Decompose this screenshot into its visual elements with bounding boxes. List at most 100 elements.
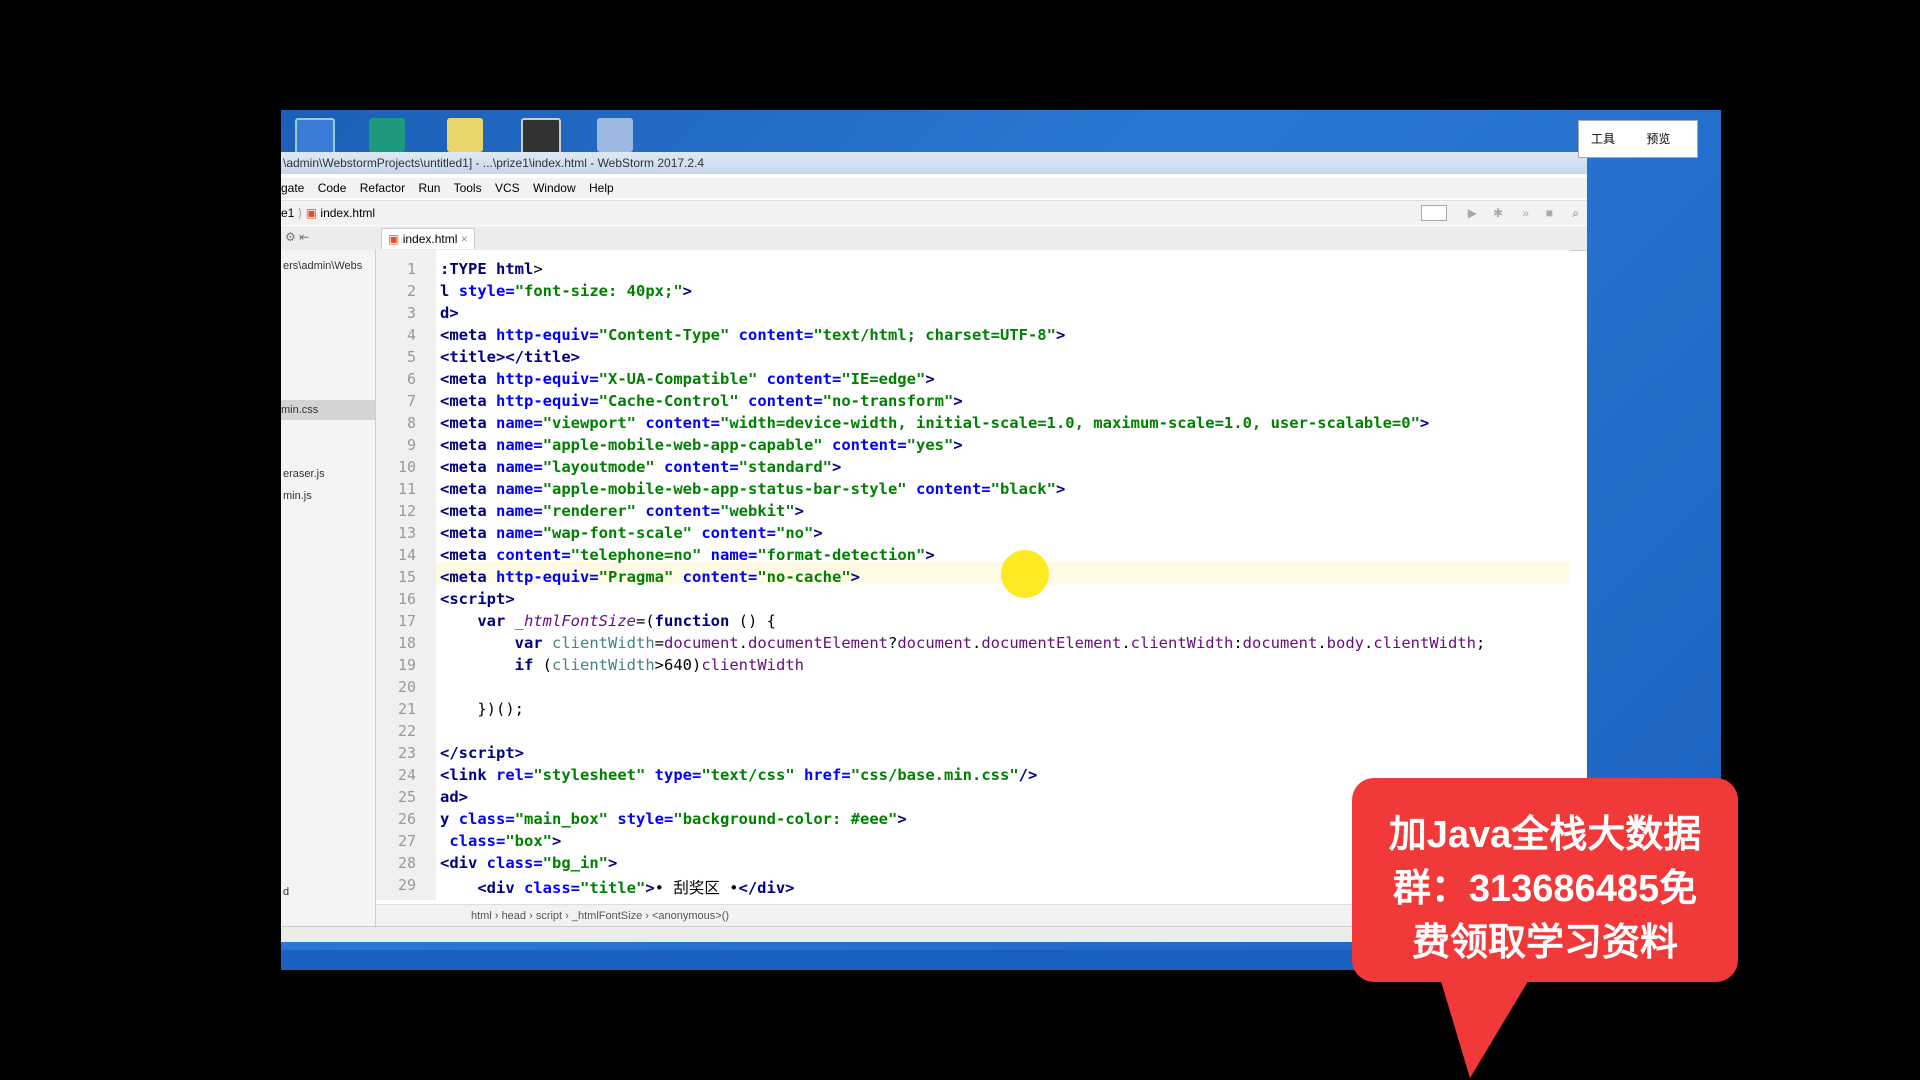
close-icon[interactable]: × <box>461 232 468 246</box>
debug-icon[interactable]: ✱ <box>1493 201 1503 225</box>
line-number: 29 <box>397 876 416 894</box>
tree-item[interactable]: eraser.js <box>283 468 325 480</box>
line-number: 19 <box>397 656 416 674</box>
line-number: 3 <box>406 304 416 322</box>
menu-vcs[interactable]: VCS <box>495 181 520 195</box>
code-line: <meta name="renderer" content="webkit"> <box>440 502 805 520</box>
crumb[interactable]: head <box>502 910 526 922</box>
project-panel: ers\admin\Webs min.css eraser.js min.js … <box>281 250 376 930</box>
line-number: 20 <box>397 678 416 696</box>
preview-button[interactable]: 预览 <box>1646 132 1670 146</box>
code-line: <meta http-equiv="Content-Type" content=… <box>440 326 1066 344</box>
mouse-cursor-highlight <box>1001 550 1049 598</box>
network-icon[interactable] <box>597 118 633 152</box>
line-number: 9 <box>406 436 416 454</box>
code-line: var clientWidth=document.documentElement… <box>514 634 1486 652</box>
tab-index-html[interactable]: ▣ index.html × <box>381 228 475 249</box>
webstorm-icon[interactable] <box>369 118 405 152</box>
tree-item[interactable]: min.js <box>283 490 312 502</box>
menu-code[interactable]: Code <box>318 181 347 195</box>
menu-window[interactable]: Window <box>533 181 576 195</box>
line-number: 28 <box>397 854 416 872</box>
code-line: ad> <box>440 788 468 806</box>
code-line: <meta http-equiv="Cache-Control" content… <box>440 392 963 410</box>
tree-item[interactable]: min.css <box>281 400 375 420</box>
menu-help[interactable]: Help <box>589 181 614 195</box>
ad-bubble: 加Java全栈大数据 群：313686485免 费领取学习资料 <box>1352 778 1738 982</box>
line-number: 5 <box>406 348 416 366</box>
line-number: 2 <box>406 282 416 300</box>
code-line: <meta name="wap-font-scale" content="no"… <box>440 524 823 542</box>
code-line: <div class="bg_in"> <box>440 854 618 872</box>
run-icon[interactable]: ▶ <box>1468 201 1477 225</box>
code-line: <meta name="apple-mobile-web-app-status-… <box>440 480 1066 498</box>
run-config-dropdown[interactable] <box>1421 205 1447 221</box>
app-icon[interactable] <box>521 118 561 156</box>
menu-navigate[interactable]: gate <box>281 181 304 195</box>
line-number: 24 <box>397 766 416 784</box>
tree-item[interactable]: d <box>283 886 289 898</box>
code-line: <meta name="apple-mobile-web-app-capable… <box>440 436 963 454</box>
code-line: d> <box>440 304 459 322</box>
code-line: </script> <box>440 744 524 762</box>
code-line: class="box"> <box>449 832 562 850</box>
coverage-icon[interactable]: » <box>1522 201 1529 225</box>
code-line: <title></title> <box>440 348 580 366</box>
settings-icon[interactable]: ⚙ ⇤ <box>285 230 309 244</box>
line-number: 26 <box>397 810 416 828</box>
line-number: 7 <box>406 392 416 410</box>
window-title: \admin\WebstormProjects\untitled1] - ...… <box>281 152 1587 174</box>
search-icon[interactable]: ⌕ <box>1572 201 1579 225</box>
line-number: 10 <box>397 458 416 476</box>
computer-icon[interactable] <box>295 118 335 156</box>
line-number: 16 <box>397 590 416 608</box>
code-line: })(); <box>440 700 524 718</box>
ad-line: 费领取学习资料 <box>1411 922 1678 964</box>
code-line: <div class="title">• 刮奖区 •</div> <box>477 879 795 897</box>
menu-tools[interactable]: Tools <box>454 181 482 195</box>
code-line: if (clientWidth>640)clientWidth <box>514 656 804 674</box>
ad-line: 群：313686485免 <box>1392 868 1698 910</box>
code-line: :TYPE html> <box>440 260 543 278</box>
crumb[interactable]: html <box>471 910 492 922</box>
crumb[interactable]: <anonymous>() <box>652 910 729 922</box>
editor-tabs: ⚙ ⇤ ▣ index.html × <box>281 226 1587 251</box>
crumb[interactable]: script <box>536 910 562 922</box>
code-line: <meta http-equiv="X-UA-Compatible" conte… <box>440 370 935 388</box>
toolbar-panel: 工具 预览 <box>1578 120 1698 158</box>
ad-line: 加Java全栈大数据 <box>1388 814 1702 856</box>
line-number: 15 <box>397 568 416 586</box>
line-number: 23 <box>397 744 416 762</box>
code-line: <link rel="stylesheet" type="text/css" h… <box>440 766 1038 784</box>
tools-button[interactable]: 工具 <box>1591 132 1615 146</box>
line-number: 12 <box>397 502 416 520</box>
code-line: <meta name="viewport" content="width=dev… <box>440 414 1430 432</box>
nav-project[interactable]: e1 <box>281 206 294 220</box>
html-file-icon: ▣ <box>305 206 318 220</box>
menu-refactor[interactable]: Refactor <box>360 181 405 195</box>
crumb[interactable]: _htmlFontSize <box>572 910 642 922</box>
code-line: y class="main_box" style="background-col… <box>440 810 907 828</box>
stop-icon[interactable]: ■ <box>1546 201 1553 225</box>
line-number: 6 <box>406 370 416 388</box>
project-path: ers\admin\Webs <box>283 260 363 272</box>
html-file-icon: ▣ <box>388 232 400 246</box>
line-number: 4 <box>406 326 416 344</box>
menu-bar: gate Code Refactor Run Tools VCS Window … <box>281 178 1587 198</box>
line-number: 27 <box>397 832 416 850</box>
line-number: 13 <box>397 524 416 542</box>
code-line: <meta http-equiv="Pragma" content="no-ca… <box>440 568 860 586</box>
ad-bubble-tail <box>1440 978 1530 1078</box>
folder-icon[interactable] <box>447 118 483 152</box>
navigation-bar: e1 ⟩ ▣ index.html ▶ ✱ » ■ ⌕ <box>281 200 1587 225</box>
menu-run[interactable]: Run <box>418 181 440 195</box>
line-number: 21 <box>397 700 416 718</box>
line-number: 22 <box>397 722 416 740</box>
code-line: <script> <box>440 590 515 608</box>
tab-label: index.html <box>402 232 458 246</box>
code-line: <meta name="layoutmode" content="standar… <box>440 458 842 476</box>
nav-file[interactable]: index.html <box>320 206 375 220</box>
line-number: 18 <box>397 634 416 652</box>
line-number: 14 <box>397 546 416 564</box>
line-gutter: 1 2 3 4 5 6 7 8 9 10 11 12 13 14 15 16 17 18 19 20 21 22 23 24 2… <box>376 250 436 900</box>
